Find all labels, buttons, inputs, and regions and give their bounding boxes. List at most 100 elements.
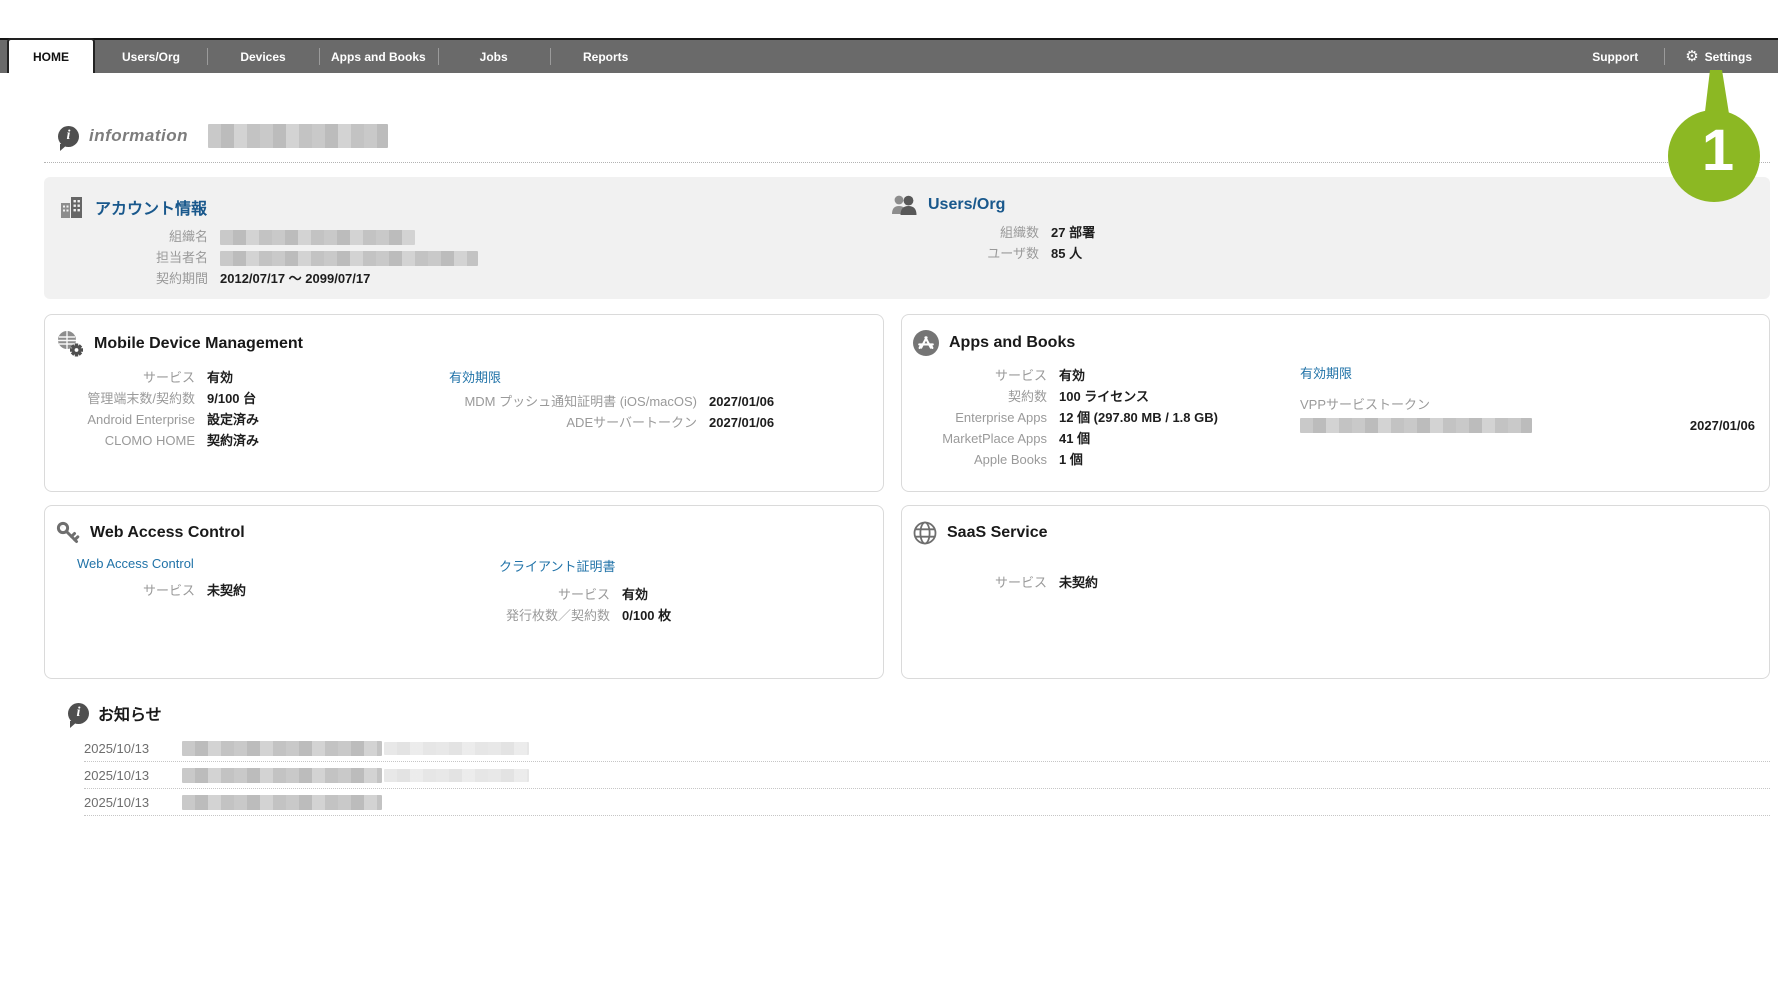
notice-date: 2025/10/13 xyxy=(84,795,166,810)
buildings-icon xyxy=(58,193,86,221)
notice-list: 2025/10/13 2025/10/13 2025/10/13 xyxy=(84,735,1770,816)
clomo-home-value: 契約済み xyxy=(207,433,259,449)
account-section: アカウント情報 組織名 担当者名 契約期間 2012/07/17 ～ 2099/… xyxy=(44,177,889,299)
notice-date: 2025/10/13 xyxy=(84,741,166,756)
apps-expiry-link[interactable]: 有効期限 xyxy=(1300,363,1755,382)
service-status-value: 有効 xyxy=(1059,368,1085,384)
gear-icon: ⚙ xyxy=(1685,49,1698,64)
row-label: 担当者名 xyxy=(58,250,208,266)
cards-row-2: Web Access Control Web Access Control サー… xyxy=(44,505,1770,679)
users-icon xyxy=(889,193,919,217)
wac-link[interactable]: Web Access Control xyxy=(77,556,194,571)
row-label: ADEサーバートークン xyxy=(435,415,697,431)
tab-jobs[interactable]: Jobs xyxy=(438,40,550,73)
main-content: i information アカウント情報 xyxy=(44,72,1770,816)
notice-row[interactable]: 2025/10/13 xyxy=(84,789,1770,816)
row-label: ユーザ数 xyxy=(889,246,1039,262)
mdm-row: Android Enterprise 設定済み xyxy=(45,412,435,428)
account-title: アカウント情報 xyxy=(95,195,207,219)
settings-label: Settings xyxy=(1705,50,1752,64)
redacted-notice-title xyxy=(182,741,382,756)
information-divider xyxy=(44,162,1770,163)
mdm-cert-row: ADEサーバートークン 2027/01/06 xyxy=(435,415,869,431)
notices-title: お知らせ xyxy=(98,701,162,725)
user-count-value: 85 人 xyxy=(1051,246,1082,262)
row-label: Enterprise Apps xyxy=(902,410,1047,426)
enterprise-apps-value: 12 個 (297.80 MB / 1.8 GB) xyxy=(1059,410,1218,426)
row-label: MarketPlace Apps xyxy=(902,431,1047,447)
notice-row[interactable]: 2025/10/13 xyxy=(84,735,1770,762)
vpp-expiry-date: 2027/01/06 xyxy=(1690,418,1755,433)
row-label: 組織名 xyxy=(58,229,208,245)
mdm-title: Mobile Device Management xyxy=(94,335,303,353)
info-bubble-icon: i xyxy=(58,126,79,147)
annotation-number: 1 xyxy=(1668,122,1768,180)
information-title: information xyxy=(89,126,188,146)
client-cert-link[interactable]: クライアント証明書 xyxy=(499,556,615,575)
notice-row[interactable]: 2025/10/13 xyxy=(84,762,1770,789)
tab-home[interactable]: HOME xyxy=(7,38,95,73)
row-label: サービス xyxy=(435,587,610,603)
apps-row: Apple Books 1 個 xyxy=(902,452,1292,468)
tab-apps-and-books[interactable]: Apps and Books xyxy=(319,40,438,73)
mdm-row: サービス 有効 xyxy=(45,370,435,386)
card-mdm: Mobile Device Management サービス 有効 管理端末数/契… xyxy=(44,314,884,492)
redacted-contact-name xyxy=(220,251,478,266)
vpp-token-label: VPPサービストークン xyxy=(1300,394,1755,413)
cert-service-value: 有効 xyxy=(622,587,648,603)
apps-and-books-title: Apps and Books xyxy=(949,334,1075,352)
wac-service-value: 未契約 xyxy=(207,583,246,599)
push-cert-expiry-value: 2027/01/06 xyxy=(709,394,774,410)
client-cert-row: 発行枚数／契約数 0/100 枚 xyxy=(435,608,869,624)
support-link[interactable]: Support xyxy=(1566,50,1664,64)
row-label: MDM プッシュ通知証明書 (iOS/macOS) xyxy=(435,394,697,410)
row-label: Android Enterprise xyxy=(45,412,195,428)
settings-link[interactable]: ⚙ Settings xyxy=(1665,49,1752,64)
saas-service-value: 未契約 xyxy=(1059,575,1098,591)
row-label: Apple Books xyxy=(902,452,1047,468)
card-apps-and-books: Apps and Books サービス 有効 契約数 100 ライセンス xyxy=(901,314,1770,492)
tab-users-org[interactable]: Users/Org xyxy=(95,40,207,73)
users-org-row: ユーザ数 85 人 xyxy=(889,246,1770,262)
cards-row-1: Mobile Device Management サービス 有効 管理端末数/契… xyxy=(44,314,1770,492)
tab-devices[interactable]: Devices xyxy=(207,40,319,73)
mdm-row: CLOMO HOME 契約済み xyxy=(45,433,435,449)
row-label: 契約数 xyxy=(902,389,1047,405)
nav-tabs: Users/Org Devices Apps and Books Jobs Re… xyxy=(95,40,662,73)
saas-row: サービス 未契約 xyxy=(902,575,1292,591)
apple-books-value: 1 個 xyxy=(1059,452,1083,468)
appstore-icon xyxy=(912,329,940,357)
tab-reports[interactable]: Reports xyxy=(550,40,662,73)
mdm-device-gear-icon xyxy=(55,329,85,359)
license-count-value: 100 ライセンス xyxy=(1059,389,1149,405)
redacted-org-name xyxy=(220,230,415,245)
nav-right: Support ⚙ Settings xyxy=(1566,40,1778,73)
mdm-cert-row: MDM プッシュ通知証明書 (iOS/macOS) 2027/01/06 xyxy=(435,394,869,410)
org-count-value: 27 部署 xyxy=(1051,225,1095,241)
mdm-row: 管理端末数/契約数 9/100 台 xyxy=(45,391,435,407)
redacted-vpp-token xyxy=(1300,418,1532,433)
service-status-value: 有効 xyxy=(207,370,233,386)
redacted-information-text xyxy=(208,124,388,148)
card-web-access-control: Web Access Control Web Access Control サー… xyxy=(44,505,884,679)
account-row: 組織名 xyxy=(58,229,889,245)
saas-title: SaaS Service xyxy=(947,524,1048,542)
row-label: サービス xyxy=(902,575,1047,591)
row-label: サービス xyxy=(902,368,1047,384)
annotation-badge-1: 1 xyxy=(1664,70,1764,204)
notice-date: 2025/10/13 xyxy=(84,768,166,783)
top-navbar: HOME Users/Org Devices Apps and Books Jo… xyxy=(0,38,1778,73)
device-count-value: 9/100 台 xyxy=(207,391,256,407)
notices-section: i お知らせ 2025/10/13 2025/10/13 2025/10/13 xyxy=(44,701,1770,816)
account-row: 担当者名 xyxy=(58,250,889,266)
row-label: 契約期間 xyxy=(58,271,208,287)
wac-row: サービス 未契約 xyxy=(45,583,435,599)
row-label: サービス xyxy=(45,370,195,386)
info-bubble-icon: i xyxy=(68,703,89,724)
cert-issued-count-value: 0/100 枚 xyxy=(622,608,671,624)
client-cert-row: サービス 有効 xyxy=(435,587,869,603)
card-saas-service: SaaS Service サービス 未契約 xyxy=(901,505,1770,679)
apps-row: 契約数 100 ライセンス xyxy=(902,389,1292,405)
mdm-expiry-link[interactable]: 有効期限 xyxy=(449,367,501,386)
android-enterprise-value: 設定済み xyxy=(207,412,259,428)
